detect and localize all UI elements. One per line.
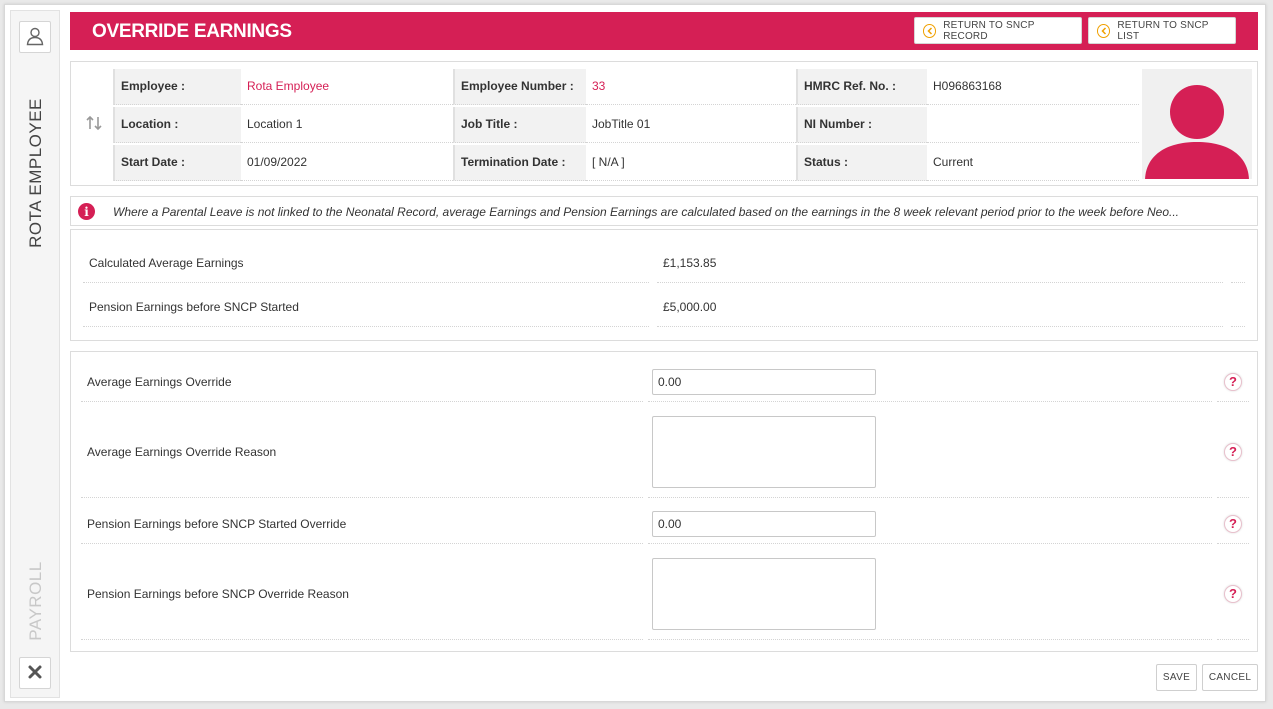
calculated-average-row: Calculated Average Earnings £1,153.85 — [83, 243, 1245, 283]
help-icon[interactable]: ? — [1224, 584, 1242, 603]
pension-reason-textarea[interactable] — [652, 558, 876, 630]
person-silhouette-icon — [1145, 85, 1249, 179]
return-to-sncp-record-label: RETURN TO SNCP RECORD — [943, 19, 1035, 42]
calculated-average-value: £1,153.85 — [657, 243, 1223, 283]
avg-reason-textarea[interactable] — [652, 416, 876, 488]
pension-reason-control — [648, 548, 1212, 640]
help-cell: ? — [1217, 362, 1249, 402]
close-icon — [27, 664, 43, 683]
row-end-cell — [1231, 287, 1245, 327]
ni-number-value — [927, 107, 1139, 143]
chevron-left-icon — [923, 23, 937, 38]
row-end-cell — [1231, 243, 1245, 283]
page-header: OVERRIDE EARNINGS RETURN TO SNCP RECORD … — [70, 12, 1258, 50]
override-form: Average Earnings Override ? Average Earn… — [70, 351, 1258, 652]
start-date-label: Start Date : — [113, 145, 241, 181]
employee-name-link[interactable]: Rota Employee — [241, 69, 453, 105]
pension-override-control — [648, 504, 1212, 544]
location-label: Location : — [113, 107, 241, 143]
employee-number-link[interactable]: 33 — [586, 69, 796, 105]
calculated-average-label: Calculated Average Earnings — [83, 243, 649, 283]
pension-earnings-row: Pension Earnings before SNCP Started £5,… — [83, 287, 1245, 327]
pension-override-label: Pension Earnings before SNCP Started Ove… — [81, 504, 643, 544]
employee-label: Employee : — [113, 69, 241, 105]
help-cell: ? — [1217, 406, 1249, 498]
job-title-label: Job Title : — [453, 107, 586, 143]
info-text: Where a Parental Leave is not linked to … — [113, 205, 1179, 219]
status-value: Current — [927, 145, 1139, 181]
help-icon[interactable]: ? — [1224, 372, 1242, 391]
employee-vertical-label: ROTA EMPLOYEE — [26, 98, 45, 248]
avg-override-label: Average Earnings Override — [81, 362, 643, 402]
return-to-sncp-list-button[interactable]: RETURN TO SNCP LIST — [1088, 17, 1236, 44]
termination-date-value: [ N/A ] — [586, 145, 796, 181]
avg-reason-row: Average Earnings Override Reason ? — [81, 406, 1249, 498]
pension-earnings-value: £5,000.00 — [657, 287, 1223, 327]
avg-override-control — [648, 362, 1212, 402]
chevron-left-icon — [1097, 23, 1111, 38]
start-date-value: 01/09/2022 — [241, 145, 453, 181]
page-title: OVERRIDE EARNINGS — [92, 21, 292, 42]
info-banner: i Where a Parental Leave is not linked t… — [70, 196, 1258, 226]
avg-reason-control — [648, 406, 1212, 498]
employee-number-label: Employee Number : — [453, 69, 586, 105]
swap-vertical-icon[interactable] — [85, 114, 103, 135]
pension-earnings-label: Pension Earnings before SNCP Started — [83, 287, 649, 327]
hmrc-ref-value: H096863168 — [927, 69, 1139, 105]
return-to-sncp-list-label: RETURN TO SNCP LIST — [1117, 19, 1209, 42]
help-cell: ? — [1217, 504, 1249, 544]
user-icon — [25, 26, 45, 49]
help-icon[interactable]: ? — [1224, 514, 1242, 533]
employee-info-panel: Employee : Rota Employee Employee Number… — [70, 61, 1258, 186]
hmrc-ref-label: HMRC Ref. No. : — [796, 69, 927, 105]
avg-override-row: Average Earnings Override ? — [81, 362, 1249, 402]
return-to-sncp-record-button[interactable]: RETURN TO SNCP RECORD — [914, 17, 1082, 44]
avatar — [1142, 69, 1252, 179]
help-cell: ? — [1217, 548, 1249, 640]
job-title-value: JobTitle 01 — [586, 107, 796, 143]
payroll-vertical-label[interactable]: PAYROLL — [26, 561, 46, 640]
pension-reason-row: Pension Earnings before SNCP Override Re… — [81, 548, 1249, 640]
cancel-button[interactable]: CANCEL — [1202, 664, 1258, 691]
status-label: Status : — [796, 145, 927, 181]
avg-reason-label: Average Earnings Override Reason — [81, 406, 643, 498]
close-button[interactable] — [19, 657, 51, 689]
pension-override-input[interactable] — [652, 511, 876, 537]
pension-override-row: Pension Earnings before SNCP Started Ove… — [81, 504, 1249, 544]
sidebar: ROTA EMPLOYEE PAYROLL — [10, 10, 60, 698]
location-value: Location 1 — [241, 107, 453, 143]
save-button[interactable]: SAVE — [1156, 664, 1197, 691]
calculated-earnings-panel: Calculated Average Earnings £1,153.85 Pe… — [70, 229, 1258, 341]
help-icon[interactable]: ? — [1224, 442, 1242, 461]
pension-reason-label: Pension Earnings before SNCP Override Re… — [81, 548, 643, 640]
ni-number-label: NI Number : — [796, 107, 927, 143]
info-icon: i — [78, 203, 95, 220]
user-button[interactable] — [19, 21, 51, 53]
avg-override-input[interactable] — [652, 369, 876, 395]
termination-date-label: Termination Date : — [453, 145, 586, 181]
